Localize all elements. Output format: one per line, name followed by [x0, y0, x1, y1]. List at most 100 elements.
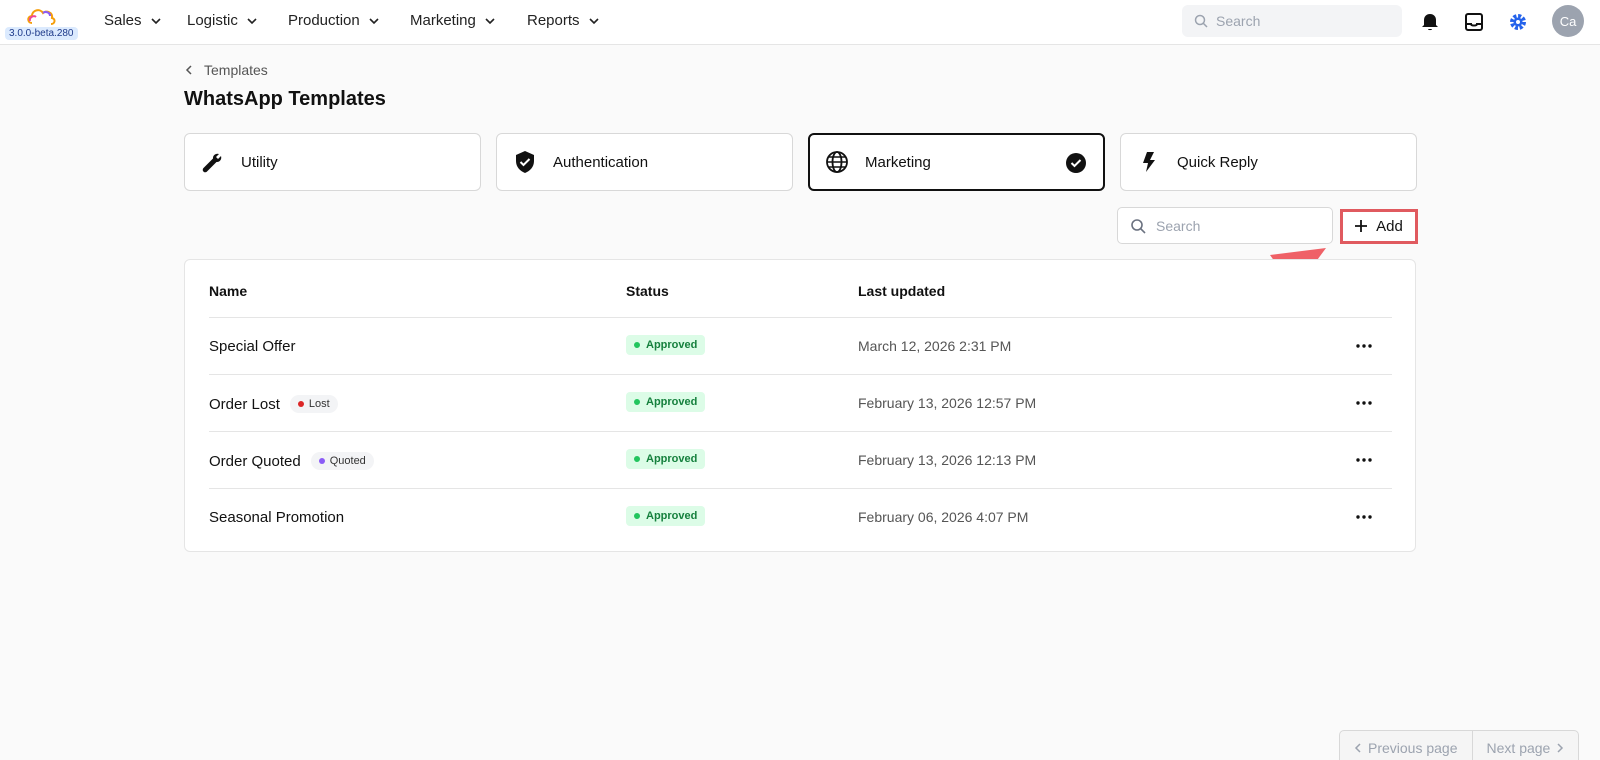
nav-logistic[interactable]: Logistic [187, 12, 258, 29]
template-name: Order Quoted [209, 452, 301, 470]
chevron-left-icon [185, 65, 192, 75]
status-dot [634, 513, 640, 519]
template-search[interactable] [1117, 207, 1333, 244]
status-label: Approved [646, 453, 698, 465]
next-page-label: Next page [1486, 740, 1551, 756]
shield-check-icon [516, 151, 534, 173]
status-badge: Approved [626, 335, 706, 355]
more-horizontal-icon [1356, 458, 1372, 462]
more-horizontal-icon [1356, 515, 1372, 519]
chevron-down-icon [247, 17, 257, 24]
tag-dot [297, 401, 304, 407]
tag-label: Quoted [329, 455, 366, 467]
global-search[interactable] [1182, 5, 1402, 37]
inbox-icon[interactable] [1463, 11, 1485, 33]
bell-icon[interactable] [1419, 11, 1441, 33]
nav-marketing-label: Marketing [410, 12, 476, 29]
globe-icon [826, 151, 848, 173]
status-dot [634, 456, 640, 462]
table-row[interactable]: Special Offer Approved March 12, 2026 2:… [209, 317, 1392, 374]
next-page-button[interactable]: Next page [1471, 731, 1579, 760]
category-card-utility[interactable]: Utility [184, 133, 481, 191]
templates-table: Name Status Last updated Special Offer A… [184, 259, 1416, 552]
check-circle-icon [1066, 153, 1086, 173]
top-navbar: 3.0.0-beta.280 Sales Logistic Production… [0, 0, 1600, 45]
template-name: Seasonal Promotion [209, 509, 345, 526]
wrench-icon [202, 153, 222, 173]
chevron-down-icon [150, 17, 161, 24]
tag-dot [318, 458, 325, 464]
row-menu-button[interactable] [1352, 505, 1376, 529]
nav-marketing[interactable]: Marketing [410, 12, 496, 29]
template-name: Special Offer [209, 338, 296, 355]
nav-reports[interactable]: Reports [527, 12, 600, 29]
category-label: Marketing [865, 153, 931, 171]
add-button[interactable]: Add [1341, 209, 1416, 243]
row-menu-button[interactable] [1352, 334, 1376, 358]
template-search-input[interactable] [1156, 217, 1316, 234]
category-label: Authentication [553, 153, 649, 171]
gear-icon[interactable] [1507, 11, 1529, 33]
cloud-logo-icon [27, 9, 56, 25]
breadcrumb[interactable]: Templates [184, 62, 268, 78]
last-updated: March 12, 2026 2:31 PM [858, 338, 1012, 354]
previous-page-button[interactable]: Previous page [1340, 731, 1472, 760]
chevron-down-icon [588, 17, 599, 24]
template-name: Order Lost [209, 395, 280, 413]
bolt-icon [1143, 152, 1155, 172]
status-badge: Approved [626, 506, 706, 526]
app-logo[interactable]: 3.0.0-beta.280 [0, 0, 78, 45]
page-title: WhatsApp Templates [184, 88, 386, 110]
last-updated: February 13, 2026 12:57 PM [858, 395, 1037, 411]
status-label: Approved [646, 339, 698, 351]
status-dot [634, 342, 640, 348]
category-card-marketing[interactable]: Marketing [808, 133, 1105, 191]
table-row[interactable]: Order Quoted Quoted Approved February 13… [209, 431, 1392, 488]
nav-production[interactable]: Production [288, 12, 380, 29]
plus-icon [1355, 220, 1368, 232]
status-badge: Approved [626, 392, 706, 412]
nav-reports-label: Reports [527, 12, 580, 29]
column-header-updated: Last updated [858, 283, 946, 299]
last-updated: February 06, 2026 4:07 PM [858, 509, 1029, 525]
status-label: Approved [646, 396, 698, 408]
template-name-cell: Order Lost Lost [209, 395, 338, 413]
nav-logistic-label: Logistic [187, 12, 238, 29]
column-header-name: Name [209, 283, 248, 299]
pagination: Previous page Next page [1339, 730, 1580, 760]
add-button-label: Add [1376, 217, 1403, 235]
tag-label: Lost [308, 398, 330, 410]
status-dot [634, 399, 640, 405]
more-horizontal-icon [1356, 344, 1372, 348]
chevron-left-icon [1354, 743, 1361, 753]
version-badge: 3.0.0-beta.280 [5, 27, 78, 40]
category-card-authentication[interactable]: Authentication [496, 133, 793, 191]
more-horizontal-icon [1356, 401, 1372, 405]
chevron-right-icon [1557, 743, 1564, 753]
row-menu-button[interactable] [1352, 448, 1376, 472]
nav-sales[interactable]: Sales [104, 12, 162, 29]
chevron-down-icon [485, 17, 495, 24]
search-icon [1131, 218, 1146, 234]
category-card-quick-reply[interactable]: Quick Reply [1120, 133, 1417, 191]
previous-page-label: Previous page [1368, 740, 1458, 756]
table-row[interactable]: Order Lost Lost Approved February 13, 20… [209, 374, 1392, 431]
stage-tag: Quoted [310, 452, 374, 470]
category-label: Utility [241, 153, 278, 171]
stage-tag: Lost [289, 395, 338, 413]
avatar[interactable]: Ca [1552, 5, 1584, 37]
search-icon [1194, 14, 1208, 28]
template-name-cell: Special Offer [209, 338, 295, 355]
column-header-status: Status [626, 283, 669, 299]
category-label: Quick Reply [1177, 153, 1258, 171]
status-label: Approved [646, 510, 698, 522]
chevron-down-icon [369, 17, 379, 24]
nav-production-label: Production [288, 12, 360, 29]
nav-sales-label: Sales [104, 12, 142, 29]
status-badge: Approved [626, 449, 706, 469]
breadcrumb-label: Templates [204, 62, 268, 78]
global-search-input[interactable] [1216, 13, 1386, 29]
template-name-cell: Order Quoted Quoted [209, 452, 374, 470]
table-row[interactable]: Seasonal Promotion Approved February 06,… [209, 488, 1392, 545]
row-menu-button[interactable] [1352, 391, 1376, 415]
